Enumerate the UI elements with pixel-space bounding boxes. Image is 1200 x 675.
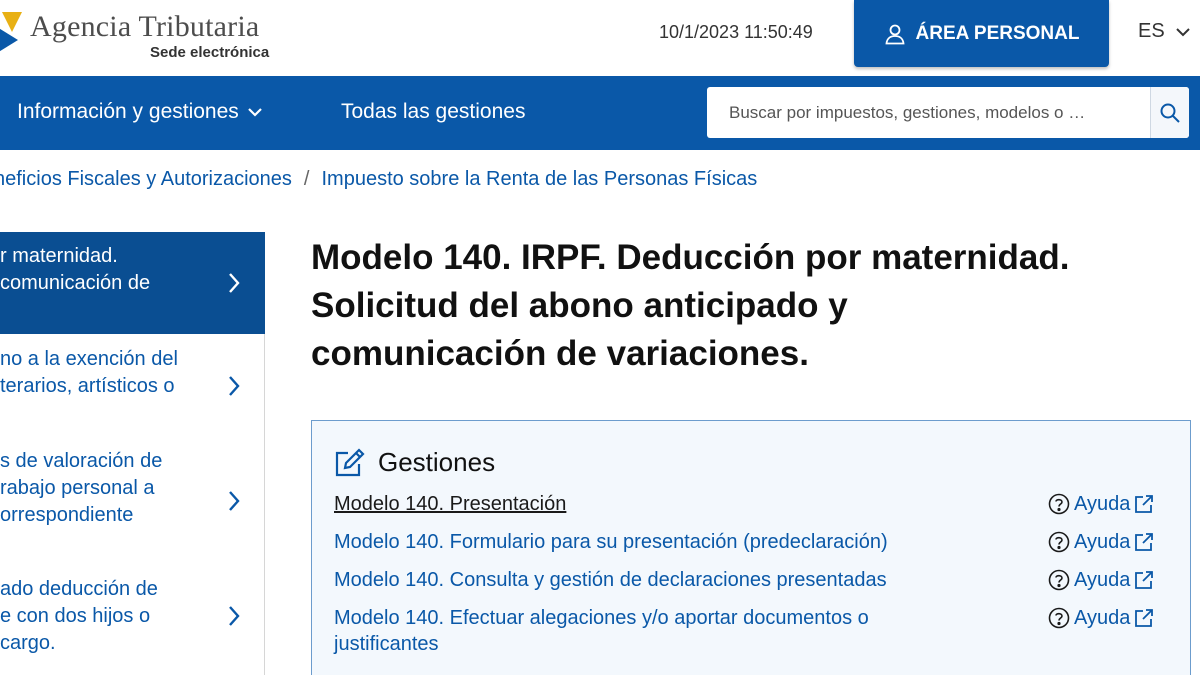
sidebar-item-label: r maternidad. comunicación de xyxy=(0,243,200,297)
sidebar-item-label: no a la exención del terarios, artístico… xyxy=(0,346,200,400)
help-label: Ayuda xyxy=(1074,531,1131,553)
breadcrumb-item-irpf[interactable]: Impuesto sobre la Renta de las Personas … xyxy=(321,168,757,190)
question-circle-icon xyxy=(1048,531,1070,553)
gestion-link-formulario[interactable]: Modelo 140. Formulario para su presentac… xyxy=(334,529,974,555)
breadcrumb-separator: / xyxy=(303,168,310,190)
external-link-icon xyxy=(1135,495,1154,513)
brand-title[interactable]: Agencia Tributaria xyxy=(30,10,259,44)
chevron-right-icon xyxy=(229,376,240,396)
search-box xyxy=(707,87,1189,138)
sidebar-item-line: r maternidad. xyxy=(0,245,118,267)
external-link-icon xyxy=(1135,571,1154,589)
sidebar-item-line: no a la exención del xyxy=(0,348,178,370)
external-link-icon xyxy=(1135,609,1154,627)
gestion-link-line: justificantes xyxy=(334,633,439,655)
language-label: ES xyxy=(1138,20,1165,42)
nav-todas-label: Todas las gestiones xyxy=(341,100,526,123)
sidebar-item-line: rabajo personal a xyxy=(0,477,155,499)
page-title-line: Solicitud del abono anticipado y xyxy=(311,286,848,325)
gestiones-heading: Gestiones xyxy=(334,447,495,478)
search-icon xyxy=(1160,103,1180,123)
sidebar-item-line: comunicación de xyxy=(0,272,151,294)
sidebar-item-line: ado deducción de xyxy=(0,578,158,600)
question-circle-icon xyxy=(1048,607,1070,629)
search-button[interactable] xyxy=(1150,87,1189,138)
question-circle-icon xyxy=(1048,569,1070,591)
sidebar-item-dos-hijos[interactable]: ado deducción de e con dos hijos o cargo… xyxy=(0,559,265,675)
gestion-link-presentacion[interactable]: Modelo 140. Presentación xyxy=(334,491,974,517)
breadcrumb: neficios Fiscales y Autorizaciones / Impue… xyxy=(0,168,757,191)
gestiones-heading-label: Gestiones xyxy=(378,447,496,477)
chevron-right-icon xyxy=(229,273,240,293)
site-header: Agencia Tributaria Sede electrónica 10/1… xyxy=(0,0,1200,76)
help-link[interactable]: Ayuda xyxy=(1048,491,1154,517)
edit-icon xyxy=(335,447,365,476)
chevron-down-icon xyxy=(1175,27,1190,36)
gestion-link-consulta[interactable]: Modelo 140. Consulta y gestión de declar… xyxy=(334,567,974,593)
current-datetime: 10/1/2023 11:50:49 xyxy=(659,22,813,42)
external-link-icon xyxy=(1135,533,1154,551)
page-title-line: Modelo 140. IRPF. Deducción por maternid… xyxy=(311,238,1070,277)
sidebar-item-label: ado deducción de e con dos hijos o cargo… xyxy=(0,576,200,657)
gestion-link-line: Modelo 140. Efectuar alegaciones y/o apo… xyxy=(334,607,869,629)
sidebar-item-exencion[interactable]: no a la exención del terarios, artístico… xyxy=(0,334,265,434)
question-circle-icon xyxy=(1048,493,1070,515)
sidebar: r maternidad. comunicación de no a la ex… xyxy=(0,232,265,675)
agencia-logo-icon[interactable] xyxy=(0,10,22,62)
chevron-right-icon xyxy=(229,491,240,511)
gestiones-panel: Gestiones Modelo 140. Presentación Ayuda… xyxy=(311,420,1191,675)
help-link[interactable]: Ayuda xyxy=(1048,529,1154,555)
help-label: Ayuda xyxy=(1074,607,1131,629)
help-label: Ayuda xyxy=(1074,569,1131,591)
brand-subtitle: Sede electrónica xyxy=(150,44,270,61)
help-link[interactable]: Ayuda xyxy=(1048,567,1154,593)
page-title-line: comunicación de variaciones. xyxy=(311,334,809,373)
language-selector[interactable]: ES xyxy=(1138,20,1191,43)
page-title: Modelo 140. IRPF. Deducción por maternid… xyxy=(311,234,1191,378)
area-personal-button[interactable]: ÁREA PERSONAL xyxy=(854,0,1109,67)
help-link[interactable]: Ayuda xyxy=(1048,605,1154,631)
user-icon xyxy=(885,24,904,44)
help-label: Ayuda xyxy=(1074,493,1131,515)
nav-todas-gestiones[interactable]: Todas las gestiones xyxy=(341,100,525,124)
sidebar-item-valoracion[interactable]: s de valoración de rabajo personal a orr… xyxy=(0,434,265,559)
sidebar-item-maternidad[interactable]: r maternidad. comunicación de xyxy=(0,232,265,334)
nav-informacion-gestiones[interactable]: Información y gestiones xyxy=(17,100,263,124)
sidebar-item-line: terarios, artísticos o xyxy=(0,375,175,397)
gestion-link-alegaciones[interactable]: Modelo 140. Efectuar alegaciones y/o apo… xyxy=(334,605,974,657)
chevron-down-icon xyxy=(248,108,262,117)
sidebar-item-line: cargo. xyxy=(0,632,56,654)
nav-informacion-label: Información y gestiones xyxy=(17,100,239,123)
breadcrumb-item-beneficios[interactable]: neficios Fiscales y Autorizaciones xyxy=(0,168,292,190)
main-navbar: Información y gestiones Todas las gestio… xyxy=(0,76,1200,150)
sidebar-item-line: e con dos hijos o xyxy=(0,605,151,627)
chevron-right-icon xyxy=(229,606,240,626)
area-personal-label: ÁREA PERSONAL xyxy=(915,22,1080,44)
sidebar-item-label: s de valoración de rabajo personal a orr… xyxy=(0,448,200,529)
sidebar-item-line: s de valoración de xyxy=(0,450,163,472)
sidebar-item-line: orrespondiente xyxy=(0,504,134,526)
search-input[interactable] xyxy=(707,87,1150,138)
